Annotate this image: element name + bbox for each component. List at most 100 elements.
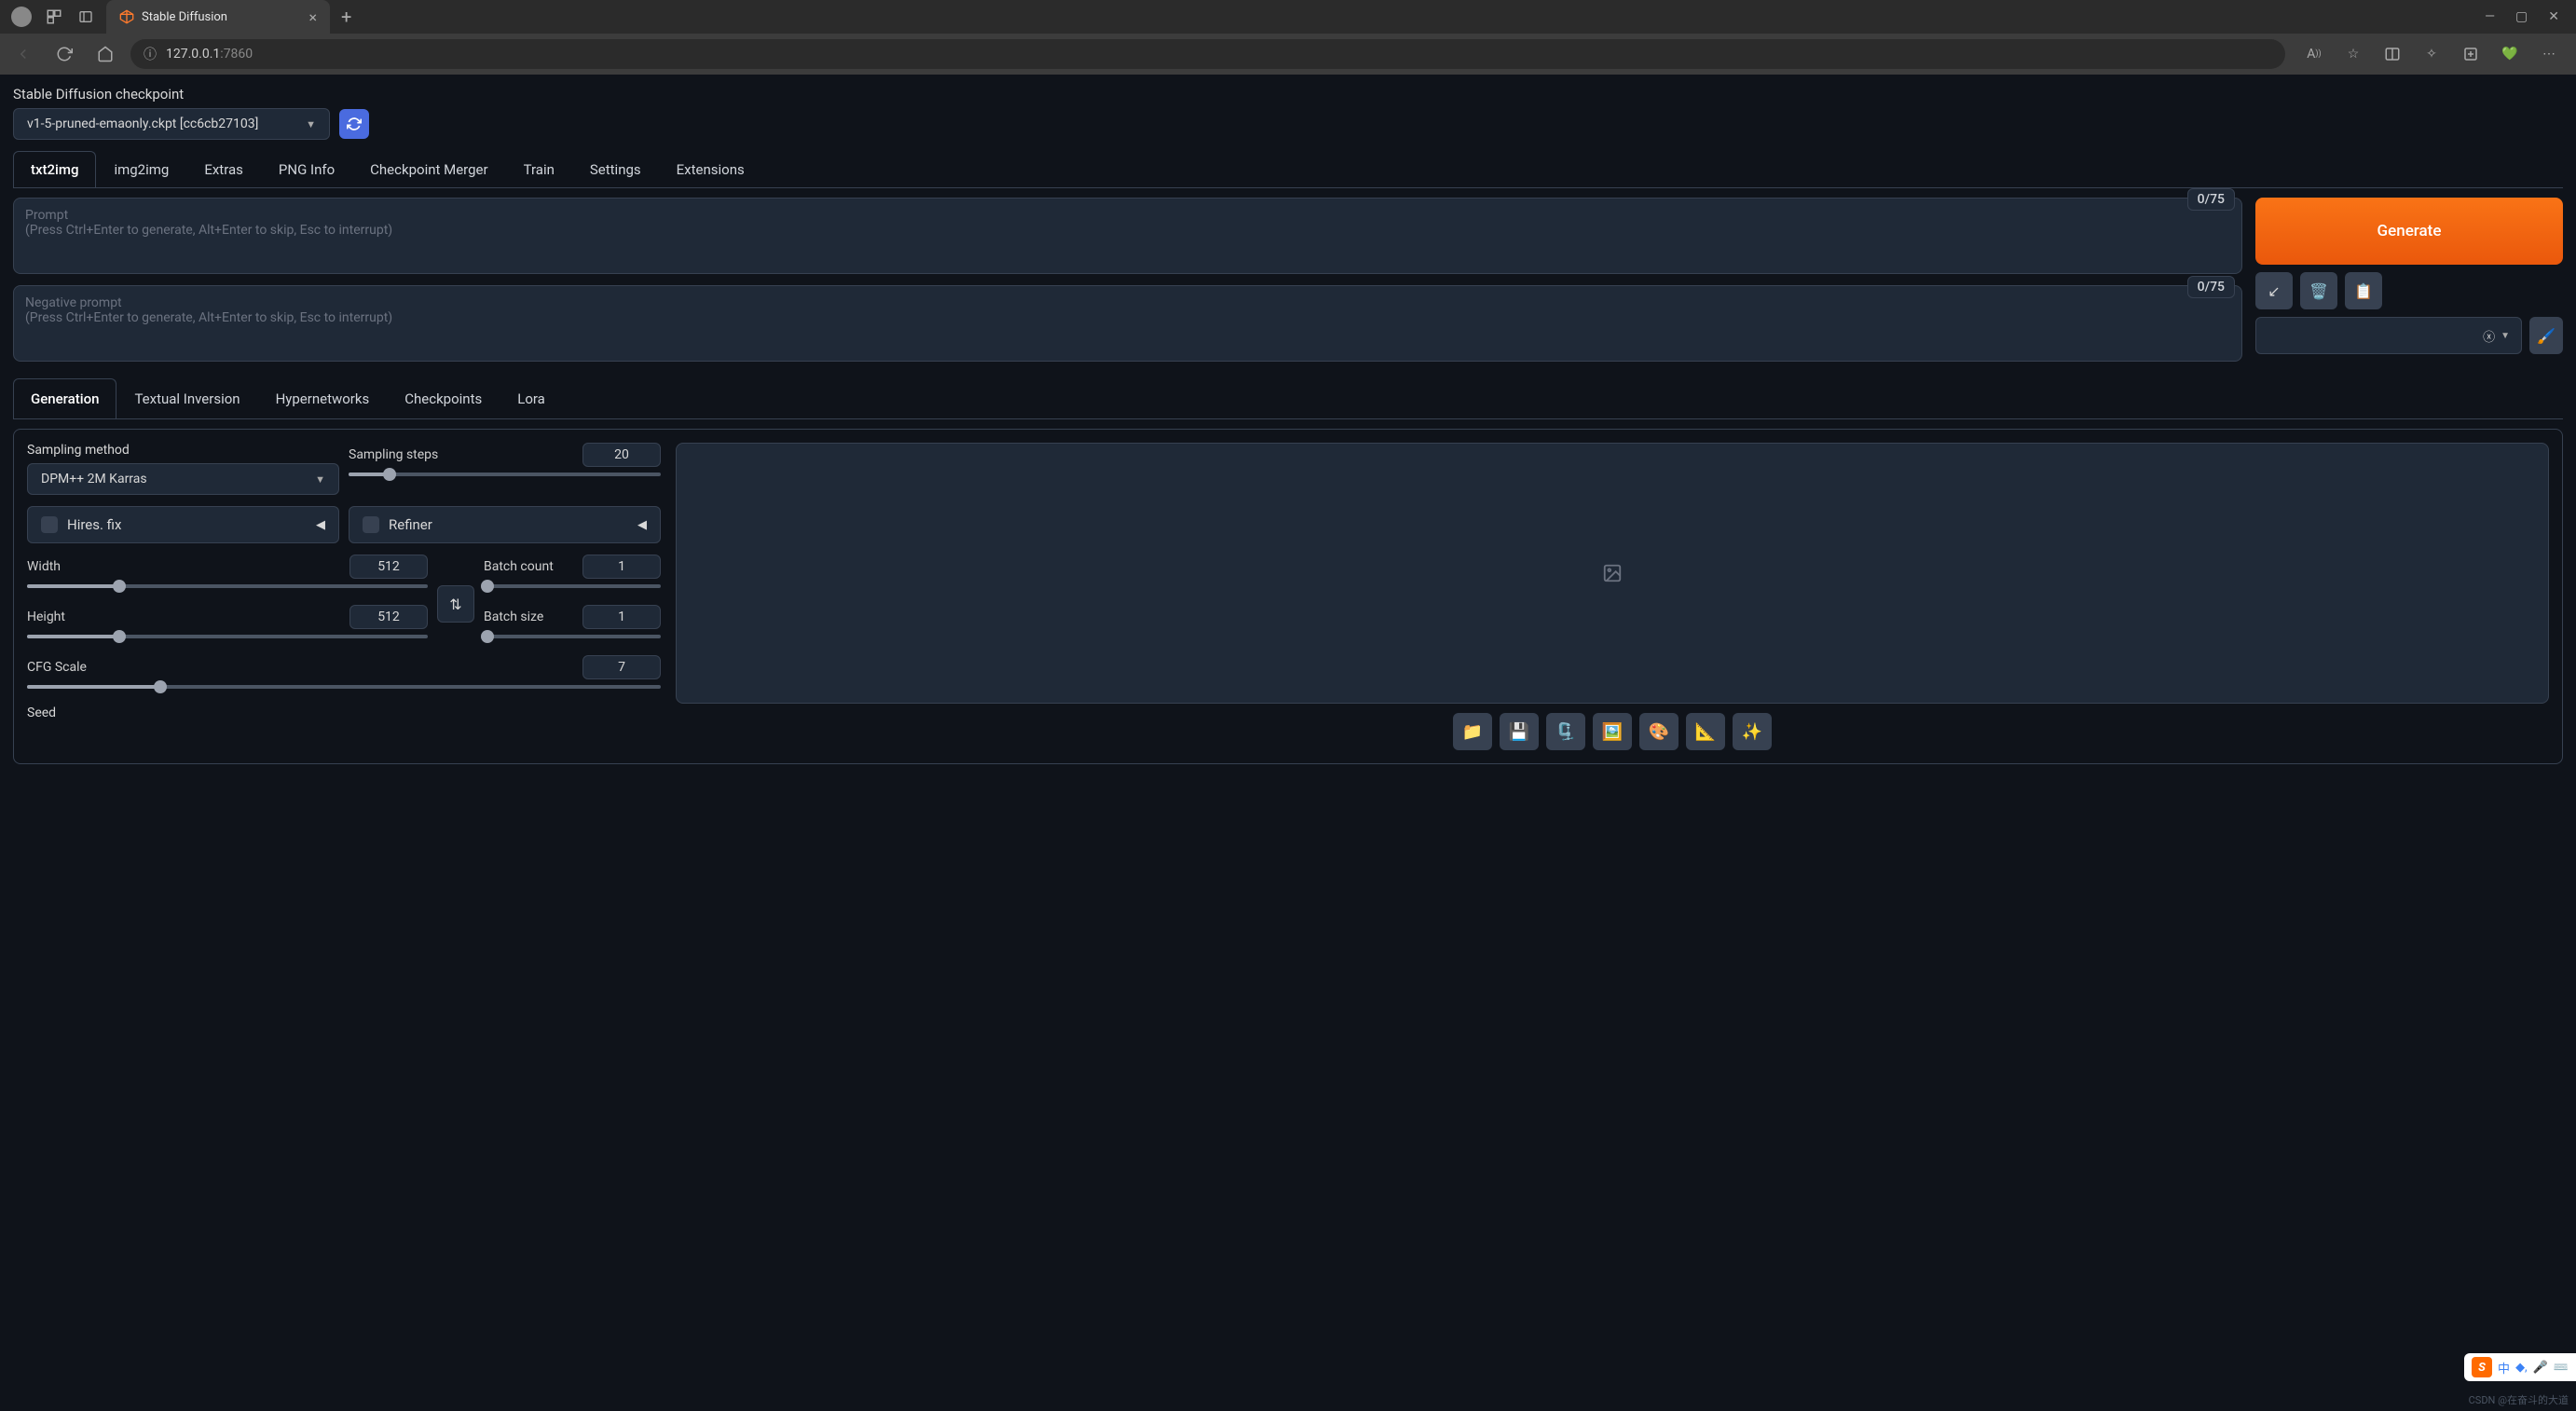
ime-toolbar[interactable]: S 中 ◆, 🎤 ⌨️ [2464,1353,2576,1381]
refresh-checkpoint-button[interactable] [339,109,369,139]
batch-size-input[interactable] [582,605,661,629]
split-screen-icon[interactable] [2377,38,2408,70]
browser-nav-bar: ⓘ 127.0.0.1:7860 A)) ☆ ✧ 💚 ⋯ [0,34,2576,75]
swap-dimensions-button[interactable]: ⇅ [437,585,474,623]
expand-left-icon: ◀ [316,518,325,532]
subtab-hypernetworks[interactable]: Hypernetworks [258,378,388,418]
main-tabs: txt2imgimg2imgExtrasPNG InfoCheckpoint M… [13,151,2563,188]
collections-icon[interactable] [2455,38,2487,70]
send-inpaint-button[interactable]: 🎨 [1639,713,1679,750]
profile-avatar[interactable] [11,7,32,27]
site-info-icon[interactable]: ⓘ [144,45,157,63]
ime-logo-icon: S [2472,1357,2492,1377]
subtab-textual-inversion[interactable]: Textual Inversion [116,378,257,418]
refiner-toggle[interactable]: Refiner ◀ [349,506,661,543]
refiner-label: Refiner [389,516,628,533]
sampling-steps-input[interactable] [582,443,661,467]
clipboard-button[interactable]: 📋 [2345,272,2382,309]
tab-txt2img[interactable]: txt2img [13,151,96,187]
sampling-method-value: DPM++ 2M Karras [41,472,147,486]
workspaces-icon[interactable] [45,7,63,26]
negative-token-counter: 0/75 [2187,276,2235,298]
tab-train[interactable]: Train [506,151,572,187]
negative-prompt-input[interactable] [13,285,2242,362]
hires-fix-label: Hires. fix [67,516,307,533]
close-tab-icon[interactable]: × [308,8,317,26]
output-toolbar: 📁💾🗜️🖼️🎨📐✨ [676,713,2549,750]
cfg-slider[interactable] [27,685,661,689]
sub-tabs: GenerationTextual InversionHypernetworks… [13,378,2563,419]
edit-styles-button[interactable]: 🖌️ [2529,317,2563,354]
ime-lang[interactable]: 中 [2498,1359,2510,1377]
sampling-method-label: Sampling method [27,443,339,458]
chevron-down-icon: ▼ [315,473,325,486]
subtab-checkpoints[interactable]: Checkpoints [387,378,500,418]
tab-extras[interactable]: Extras [186,151,261,187]
send-img2img-button[interactable]: 🖼️ [1593,713,1632,750]
read-aloud-icon[interactable]: A)) [2298,38,2330,70]
open-folder-button[interactable]: 📁 [1453,713,1492,750]
height-label: Height [27,610,65,624]
checkpoint-value: v1-5-pruned-emaonly.ckpt [cc6cb27103] [27,116,258,131]
cfg-label: CFG Scale [27,660,87,675]
expand-left-icon: ◀ [637,518,647,532]
tab-title: Stable Diffusion [142,10,301,24]
prompt-input[interactable] [13,198,2242,274]
refresh-button[interactable] [48,38,80,70]
checkpoint-dropdown[interactable]: v1-5-pruned-emaonly.ckpt [cc6cb27103] ▼ [13,108,330,140]
batch-count-slider[interactable] [484,584,661,588]
back-button[interactable] [7,38,39,70]
subtab-generation[interactable]: Generation [13,378,116,418]
new-tab-button[interactable]: + [330,6,363,28]
tab-checkpoint-merger[interactable]: Checkpoint Merger [352,151,505,187]
subtab-lora[interactable]: Lora [500,378,563,418]
ime-punct-icon[interactable]: ◆, [2515,1361,2528,1375]
hires-fix-checkbox[interactable] [41,516,58,533]
ime-keyboard-icon[interactable]: ⌨️ [2554,1361,2569,1375]
performance-icon[interactable]: 💚 [2494,38,2526,70]
send-upscale-button[interactable]: ✨ [1733,713,1772,750]
send-extras-button[interactable]: 📐 [1686,713,1725,750]
clear-styles-icon[interactable]: ⓧ [2483,327,2495,345]
ime-voice-icon[interactable]: 🎤 [2533,1361,2548,1375]
output-preview [676,443,2549,704]
watermark: CSDN @在奋斗的大道 [2469,1392,2569,1407]
width-slider[interactable] [27,584,428,588]
zip-button[interactable]: 🗜️ [1546,713,1585,750]
arrow-tool-button[interactable]: ↙ [2255,272,2293,309]
batch-size-label: Batch size [484,610,543,624]
tab-img2img[interactable]: img2img [96,151,186,187]
home-button[interactable] [89,38,121,70]
clear-button[interactable]: 🗑️ [2300,272,2337,309]
tab-settings[interactable]: Settings [572,151,659,187]
favorite-icon[interactable]: ☆ [2337,38,2369,70]
refiner-checkbox[interactable] [363,516,379,533]
prompt-token-counter: 0/75 [2187,188,2235,211]
hires-fix-toggle[interactable]: Hires. fix ◀ [27,506,339,543]
checkpoint-label: Stable Diffusion checkpoint [13,86,2563,103]
batch-count-input[interactable] [582,555,661,579]
batch-size-slider[interactable] [484,635,661,638]
sampling-steps-slider[interactable] [349,473,661,476]
close-window-icon[interactable]: ✕ [2548,9,2559,24]
generate-button[interactable]: Generate [2255,198,2563,265]
chevron-down-icon: ▼ [306,118,316,130]
chevron-down-icon: ▼ [2501,331,2510,341]
favorites-bar-icon[interactable]: ✧ [2416,38,2447,70]
minimize-icon[interactable]: — [2485,9,2495,24]
browser-tab[interactable]: Stable Diffusion × [106,0,330,34]
sampling-method-dropdown[interactable]: DPM++ 2M Karras ▼ [27,463,339,495]
styles-dropdown[interactable]: ⓧ ▼ [2255,317,2522,354]
maximize-icon[interactable]: ▢ [2515,9,2528,24]
width-input[interactable] [349,555,428,579]
tab-extensions[interactable]: Extensions [659,151,762,187]
save-button[interactable]: 💾 [1500,713,1539,750]
address-port: :7860 [220,47,253,62]
address-bar[interactable]: ⓘ 127.0.0.1:7860 [130,39,2285,69]
cfg-input[interactable] [582,655,661,679]
height-slider[interactable] [27,635,428,638]
more-icon[interactable]: ⋯ [2533,38,2565,70]
tab-png-info[interactable]: PNG Info [261,151,352,187]
height-input[interactable] [349,605,428,629]
sidebar-toggle-icon[interactable] [76,7,95,26]
